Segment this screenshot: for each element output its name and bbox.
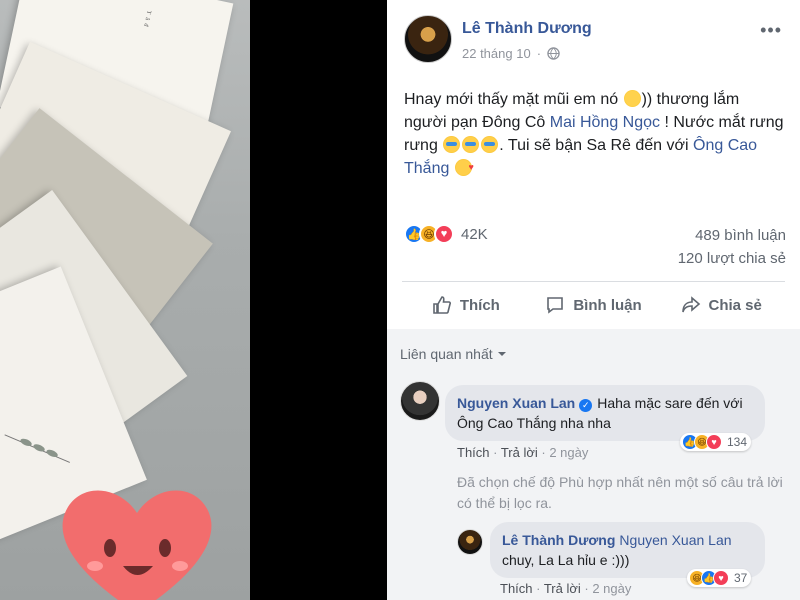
comment-icon (547, 297, 564, 314)
reply-mention-link[interactable]: Nguyen Xuan Lan (619, 532, 731, 548)
comment-time[interactable]: 2 ngày (549, 445, 588, 460)
comment-reply-link[interactable]: Trả lời (501, 445, 538, 460)
crying-emoji-icon (443, 136, 461, 153)
comment-label: Bình luận (573, 296, 642, 314)
post-photo[interactable]: T â đ (0, 0, 250, 600)
post-meta: 22 tháng 10 · (462, 46, 560, 61)
share-button[interactable]: Chia sẻ (657, 282, 785, 328)
post-header (404, 15, 452, 63)
post-text-segment: . Tui sẽ bận Sa Rê đến với (499, 137, 693, 154)
post-text-segment: Hnay mới thấy mặt mũi em nó (404, 91, 623, 108)
reply-reply-link[interactable]: Trả lời (544, 581, 581, 596)
ellipsis-icon[interactable]: ••• (760, 20, 782, 41)
share-icon (681, 296, 700, 313)
filter-note: Đã chọn chế độ Phù hợp nhất nên một số c… (457, 474, 783, 511)
commenter-avatar[interactable] (400, 381, 440, 421)
post-body: Hnay mới thấy mặt mũi em nó )) thương lắ… (404, 88, 784, 180)
like-button[interactable]: Thích (402, 282, 530, 328)
love-emoji-icon (454, 156, 474, 179)
comment-reaction-count: 134 (727, 435, 748, 449)
reaction-count[interactable]: 42K (461, 226, 488, 243)
love-reaction-icon: ♥ (434, 224, 454, 244)
smile-emoji-icon (623, 90, 641, 107)
post-actions: Thích Bình luận Chia sẻ (402, 282, 785, 328)
reply-reactions[interactable]: 😆 👍 ♥ 37 (687, 569, 752, 587)
thumbs-up-icon (433, 296, 451, 314)
reply-meta: Thích · Trả lời · 2 ngày (500, 581, 632, 596)
comment-like-link[interactable]: Thích (457, 445, 490, 460)
post-date[interactable]: 22 tháng 10 (462, 46, 531, 61)
shares-count[interactable]: 120 lượt chia sẻ (678, 250, 786, 267)
author-name[interactable]: Lê Thành Dương (462, 20, 592, 38)
sort-label: Liên quan nhất (400, 346, 493, 362)
leaf-illustration-icon (4, 434, 70, 463)
verified-badge-icon: ✓ (579, 399, 593, 412)
mention-link[interactable]: Mai Hồng Ngọc (550, 114, 660, 131)
photo-viewer-background (250, 0, 387, 600)
comment-button[interactable]: Bình luận (530, 282, 658, 328)
reply-avatar[interactable] (457, 529, 483, 555)
heart-sticker-icon (62, 490, 212, 600)
reaction-summary[interactable]: 👍 😆 ♥ 42K (404, 224, 488, 244)
comment-meta: Thích · Trả lời · 2 ngày (457, 445, 589, 460)
author-avatar[interactable] (404, 15, 452, 63)
comments-section: Liên quan nhất Nguyen Xuan Lan ✓ Haha mặc … (387, 329, 800, 600)
caret-down-icon (497, 352, 506, 356)
crying-emoji-icon (462, 136, 480, 153)
commenter-name[interactable]: Nguyen Xuan Lan (457, 395, 575, 411)
crying-emoji-icon (481, 136, 499, 153)
globe-icon[interactable] (547, 47, 560, 60)
comment-reactions[interactable]: 👍 😆 ♥ 134 (680, 433, 752, 451)
reply-reaction-count: 37 (734, 571, 748, 585)
love-reaction-icon: ♥ (713, 570, 729, 586)
love-reaction-icon: ♥ (706, 434, 722, 450)
reply-text: chuy, La La hỉu e :))) (502, 552, 630, 568)
reply-author-name[interactable]: Lê Thành Dương (502, 532, 615, 548)
reply-time[interactable]: 2 ngày (592, 581, 631, 596)
comment-sort-dropdown[interactable]: Liên quan nhất (400, 346, 507, 362)
post-panel: Lê Thành Dương 22 tháng 10 · ••• Hnay mớ… (387, 0, 800, 600)
comments-count[interactable]: 489 bình luận (695, 227, 786, 244)
reply-like-link[interactable]: Thích (500, 581, 533, 596)
like-label: Thích (459, 296, 500, 314)
share-label: Chia sẻ (708, 296, 762, 314)
